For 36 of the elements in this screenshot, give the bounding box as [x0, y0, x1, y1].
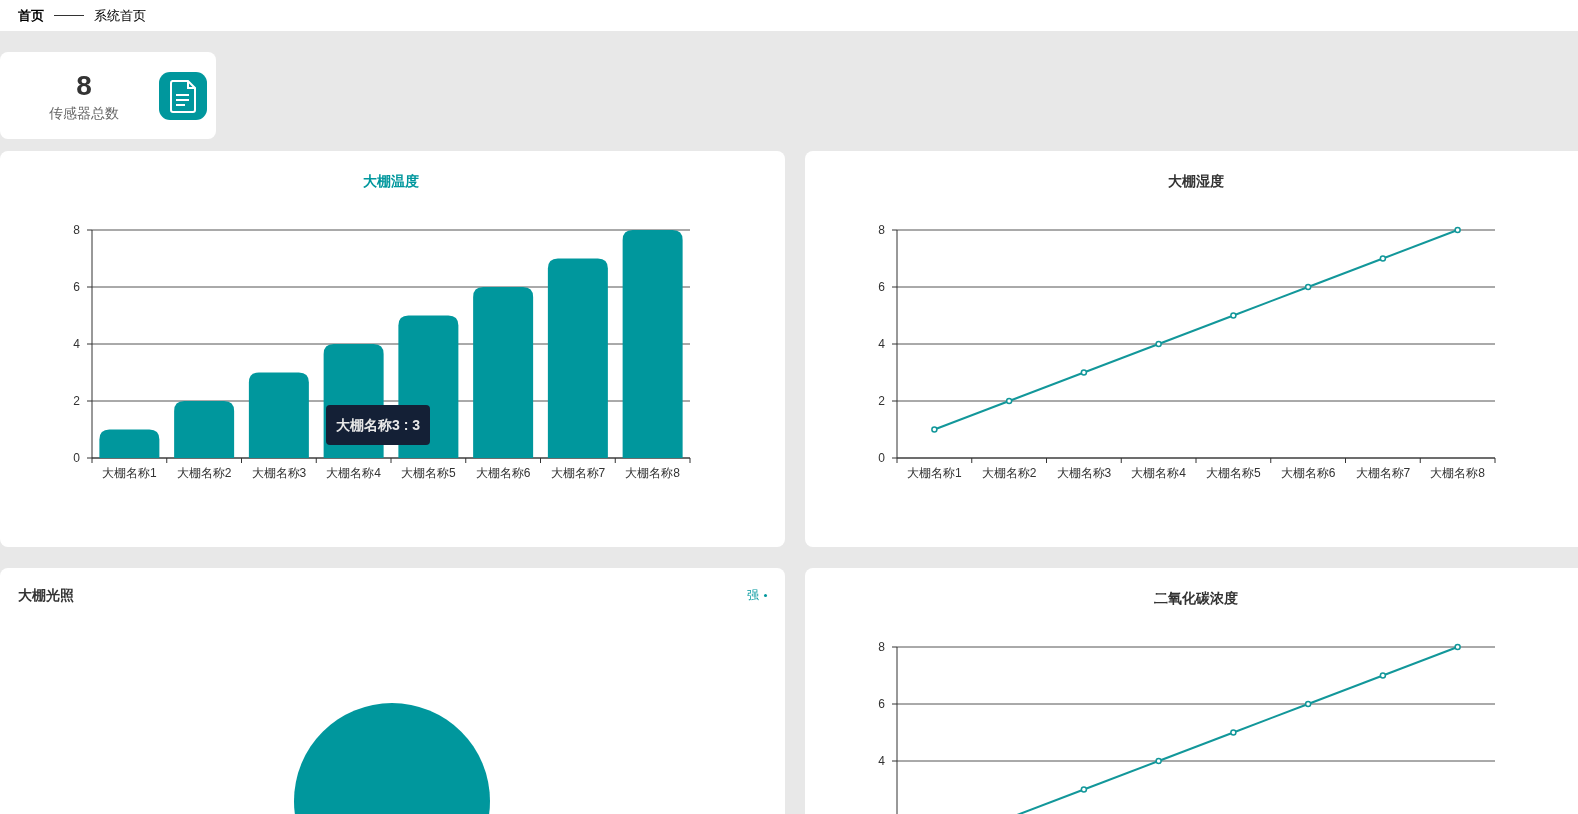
- axis-label: 0: [878, 451, 885, 465]
- axis-label: 大棚名称6: [475, 466, 531, 480]
- axis-label: 8: [878, 223, 885, 237]
- axis-label: 大棚名称8: [625, 466, 680, 480]
- axis-label: 6: [878, 280, 885, 294]
- axis-label: 大棚名称3: [1056, 466, 1112, 480]
- chart-title: 大棚温度: [362, 173, 419, 189]
- chart-title: 大棚光照: [18, 586, 74, 605]
- axis-label: 4: [878, 754, 885, 768]
- axis-label: 大棚名称2: [981, 466, 1037, 480]
- axis-label: 6: [73, 280, 80, 294]
- axis-label: 大棚名称5: [1206, 466, 1261, 480]
- axis-label: 6: [878, 697, 885, 711]
- axis-label: 4: [73, 337, 80, 351]
- axis-label: 大棚名称8: [1430, 466, 1485, 480]
- axis-label: 大棚名称1: [102, 466, 157, 480]
- tooltip: 大棚名称3 : 3: [326, 405, 430, 445]
- axis-label: 大棚名称3: [251, 466, 307, 480]
- axis-label: 大棚名称5: [401, 466, 456, 480]
- axis-label: 8: [73, 223, 80, 237]
- stat-value: 8: [76, 68, 92, 103]
- axis-label: 大棚名称7: [550, 466, 606, 480]
- chart-title: 二氧化碳浓度: [1153, 590, 1238, 606]
- axis-label: 8: [878, 640, 885, 654]
- axis-label: 2: [73, 394, 80, 408]
- axis-label: 大棚名称1: [907, 466, 962, 480]
- stat-label: 传感器总数: [49, 103, 119, 123]
- chart-title: 大棚湿度: [1167, 173, 1224, 189]
- axis-label: 2: [878, 394, 885, 408]
- axis-label: 0: [73, 451, 80, 465]
- axis-label: 大棚名称6: [1280, 466, 1336, 480]
- axis-label: 大棚名称2: [176, 466, 232, 480]
- axis-label: 大棚名称7: [1355, 466, 1411, 480]
- axis-label: 大棚名称4: [1131, 466, 1186, 480]
- axis-label: 4: [878, 337, 885, 351]
- axis-label: 大棚名称4: [326, 466, 381, 480]
